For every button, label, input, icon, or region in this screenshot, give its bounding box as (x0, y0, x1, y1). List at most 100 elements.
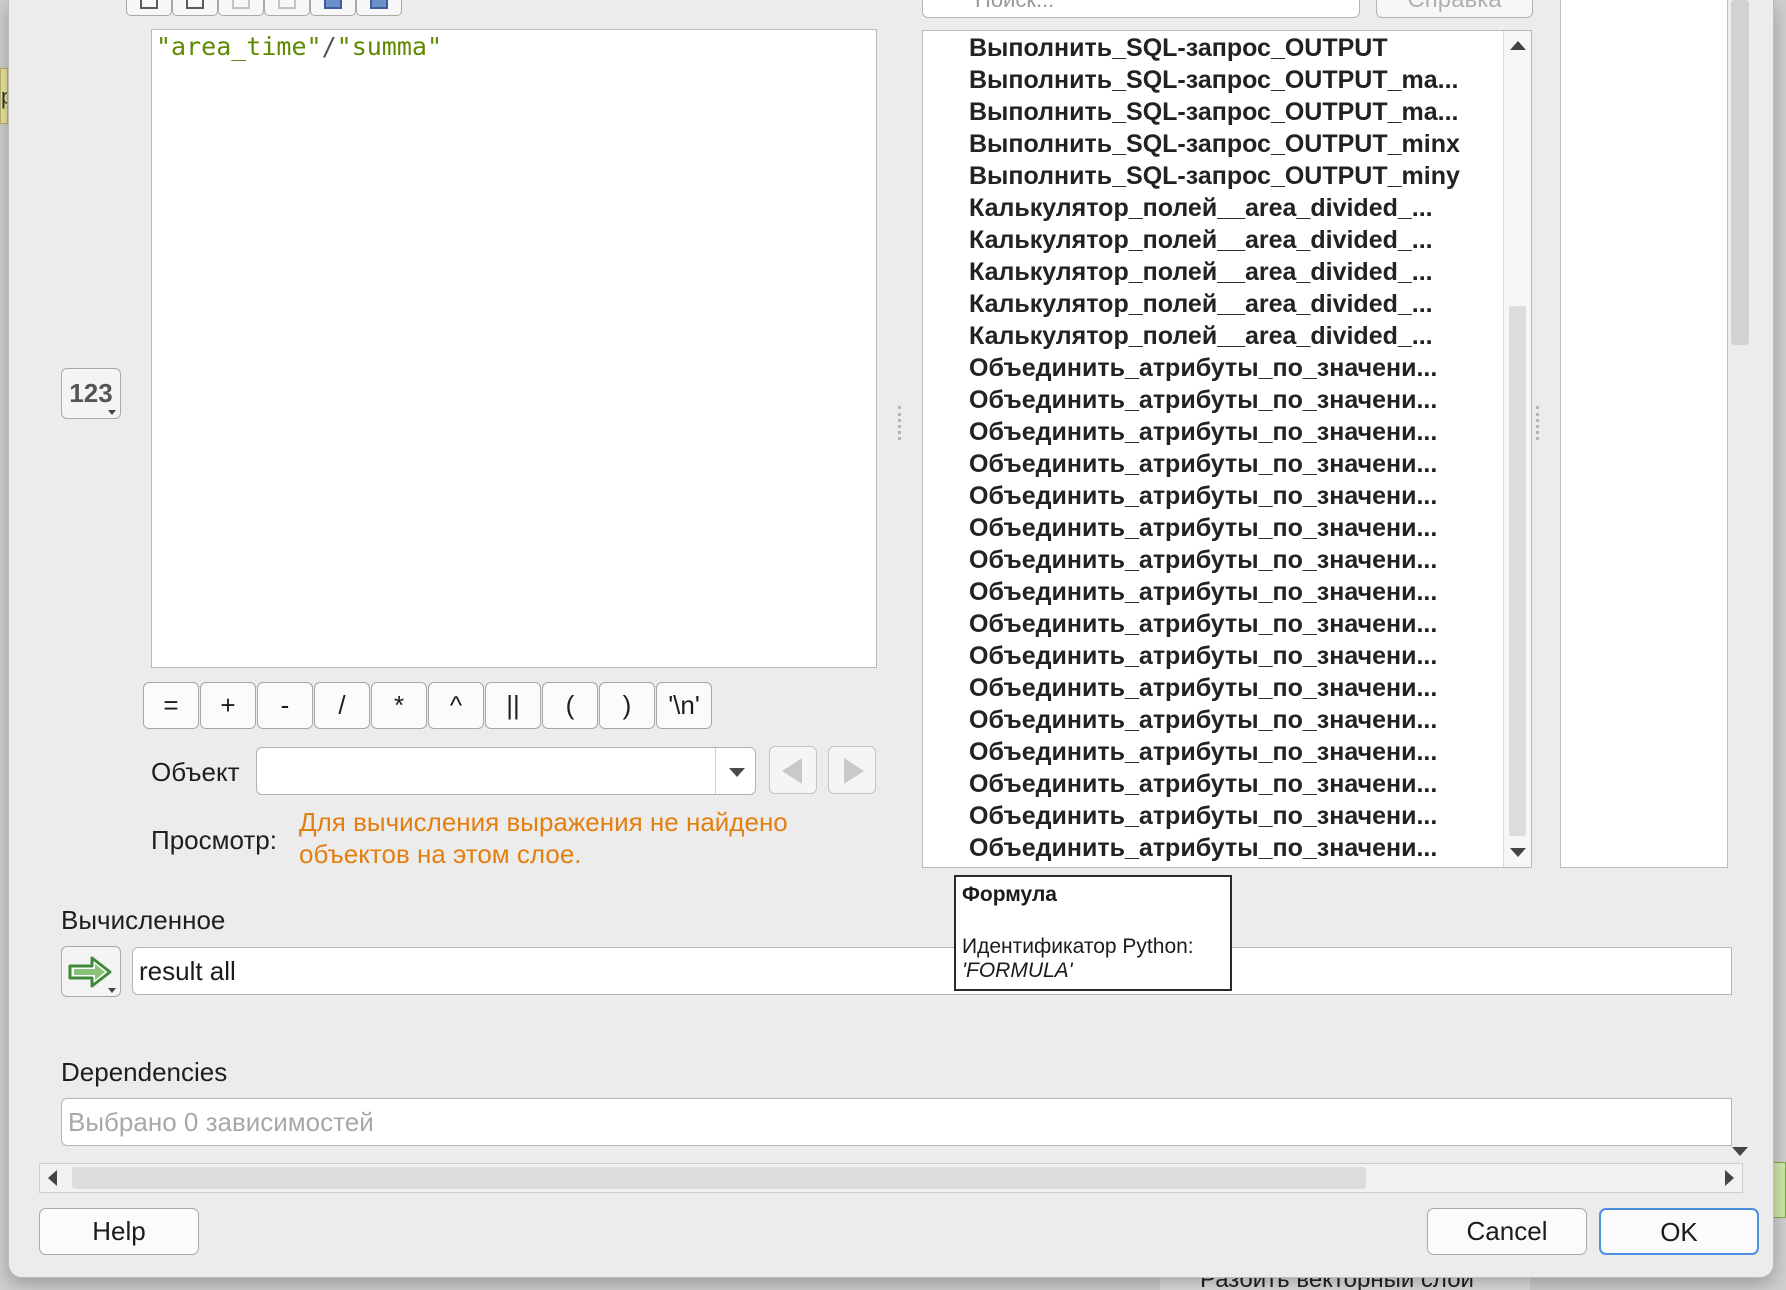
scroll-down-icon[interactable] (1732, 1147, 1748, 1156)
operator-power-button[interactable]: ^ (428, 682, 484, 729)
expr-operator-token: / (321, 32, 337, 61)
cancel-button[interactable]: Cancel (1427, 1208, 1587, 1255)
chevron-down-icon (729, 768, 745, 777)
background-chip-text: р (1, 84, 7, 109)
next-object-button[interactable] (828, 746, 876, 794)
import-icon (324, 0, 342, 9)
calculated-field-input[interactable]: result all (132, 947, 1732, 995)
function-list-item[interactable]: Объединить_атрибуты_по_значени... (969, 799, 1489, 831)
operator-minus-button[interactable]: - (257, 682, 313, 729)
export-button[interactable] (356, 0, 402, 16)
function-list-item[interactable]: Объединить_атрибуты_по_значени... (969, 671, 1489, 703)
help-top-label: Справка (1407, 0, 1501, 13)
chevron-down-icon (108, 410, 116, 415)
ok-button[interactable]: OK (1599, 1208, 1759, 1255)
object-combo[interactable] (256, 747, 756, 795)
dialog-horizontal-scrollbar[interactable] (39, 1163, 1743, 1193)
function-list-item[interactable]: Объединить_атрибуты_по_значени... (969, 415, 1489, 447)
function-help-button[interactable]: Справка (1376, 0, 1533, 18)
background-panel-chip-right (1772, 1162, 1786, 1218)
splitter-handle[interactable] (1536, 406, 1539, 440)
background-panel-chip: р (0, 68, 8, 124)
preview-message-line: Для вычисления выражения не найдено (299, 807, 788, 837)
previous-object-button[interactable] (769, 746, 817, 794)
arrow-right-icon (68, 956, 112, 988)
function-list-item[interactable]: Объединить_атрибуты_по_значени... (969, 767, 1489, 799)
function-list-item[interactable]: Выполнить_SQL-запрос_OUTPUT_miny (969, 159, 1489, 191)
function-list-item[interactable]: Калькулятор_полей__area_divided_... (969, 255, 1489, 287)
new-icon (140, 0, 158, 9)
save-file-button[interactable] (172, 0, 218, 16)
export-icon (370, 0, 388, 9)
splitter-handle[interactable] (898, 406, 901, 440)
function-list-items: Выполнить_SQL-запрос_OUTPUT Выполнить_SQ… (969, 31, 1489, 863)
new-file-button[interactable] (126, 0, 172, 16)
dependencies-input[interactable]: Выбрано 0 зависимостей (61, 1098, 1732, 1146)
dependencies-label: Dependencies (61, 1057, 228, 1087)
scrollbar-thumb[interactable] (72, 1167, 1366, 1189)
function-list-item[interactable]: Объединить_атрибуты_по_значени... (969, 351, 1489, 383)
function-list-item[interactable]: Калькулятор_полей__area_divided_... (969, 319, 1489, 351)
expression-dialog: Поиск... Справка "area_time"/"summa" 123… (8, 0, 1774, 1278)
function-list-item[interactable]: Выполнить_SQL-запрос_OUTPUT_ma... (969, 63, 1489, 95)
function-list-item[interactable]: Объединить_атрибуты_по_значени... (969, 831, 1489, 863)
scrollbar-thumb[interactable] (1509, 306, 1526, 836)
function-list-item[interactable]: Калькулятор_полей__area_divided_... (969, 287, 1489, 319)
function-list-item[interactable]: Калькулятор_полей__area_divided_... (969, 191, 1489, 223)
chevron-down-icon (108, 988, 116, 993)
calculated-type-button[interactable] (61, 946, 121, 997)
function-list-item[interactable]: Объединить_атрибуты_по_значени... (969, 607, 1489, 639)
expr-field-token: "area_time" (156, 32, 322, 61)
operator-multiply-button[interactable]: * (371, 682, 427, 729)
operator-divide-button[interactable]: / (314, 682, 370, 729)
scroll-left-icon[interactable] (48, 1170, 57, 1186)
edit-icon (232, 0, 250, 9)
expr-field-token: "summa" (336, 32, 442, 61)
import-button[interactable] (310, 0, 356, 16)
number-button-label: 123 (69, 378, 113, 408)
scroll-up-icon[interactable] (1510, 41, 1526, 50)
function-list-item[interactable]: Объединить_атрибуты_по_значени... (969, 639, 1489, 671)
combo-dropdown-button[interactable] (715, 748, 755, 794)
function-list-item[interactable]: Калькулятор_полей__area_divided_... (969, 223, 1489, 255)
function-list-item[interactable]: Объединить_атрибуты_по_значени... (969, 735, 1489, 767)
function-list-item[interactable]: Выполнить_SQL-запрос_OUTPUT_minx (969, 127, 1489, 159)
function-list-item[interactable]: Объединить_атрибуты_по_значени... (969, 543, 1489, 575)
function-list-item[interactable]: Объединить_атрибуты_по_значени... (969, 447, 1489, 479)
scroll-right-icon[interactable] (1725, 1170, 1734, 1186)
function-tree[interactable]: Выполнить_SQL-запрос_OUTPUT Выполнить_SQ… (922, 30, 1532, 868)
operator-close-paren-button[interactable]: ) (599, 682, 655, 729)
operator-plus-button[interactable]: + (200, 682, 256, 729)
function-list-item[interactable]: Объединить_атрибуты_по_значени... (969, 511, 1489, 543)
scrollbar-thumb[interactable] (1731, 0, 1749, 345)
dialog-vertical-scrollbar[interactable] (1729, 0, 1751, 1162)
delete-file-button[interactable] (264, 0, 310, 16)
help-button[interactable]: Help (39, 1208, 199, 1255)
function-list-item[interactable]: Выполнить_SQL-запрос_OUTPUT (969, 31, 1489, 63)
function-list-item[interactable]: Выполнить_SQL-запрос_OUTPUT_ma... (969, 95, 1489, 127)
arrow-left-icon (782, 758, 802, 784)
preview-label: Просмотр: (151, 825, 277, 855)
preview-message-line: объектов на этом слое. (299, 839, 582, 869)
function-list-item[interactable]: Объединить_атрибуты_по_значени... (969, 383, 1489, 415)
operator-equals-button[interactable]: = (143, 682, 199, 729)
save-icon (186, 0, 204, 9)
arrow-right-icon (844, 758, 864, 784)
function-list-scrollbar[interactable] (1503, 31, 1531, 867)
object-label: Объект (151, 757, 240, 787)
number-format-button[interactable]: 123 (61, 368, 121, 419)
operator-newline-button[interactable]: '\n' (656, 682, 712, 729)
operator-concat-button[interactable]: || (485, 682, 541, 729)
tooltip-id-label: Идентификатор Python: (962, 935, 1194, 958)
field-tooltip: Формула Идентификатор Python: 'FORMULA' (954, 875, 1232, 991)
preview-message: Для вычисления выражения не найдено объе… (299, 806, 859, 870)
scroll-down-icon[interactable] (1510, 848, 1526, 857)
edit-file-button[interactable] (218, 0, 264, 16)
delete-icon (278, 0, 296, 9)
operator-open-paren-button[interactable]: ( (542, 682, 598, 729)
function-list-item[interactable]: Объединить_атрибуты_по_значени... (969, 479, 1489, 511)
expression-editor[interactable]: "area_time"/"summa" (151, 29, 877, 668)
function-list-item[interactable]: Объединить_атрибуты_по_значени... (969, 575, 1489, 607)
function-search-input[interactable]: Поиск... (922, 0, 1360, 18)
function-list-item[interactable]: Объединить_атрибуты_по_значени... (969, 703, 1489, 735)
